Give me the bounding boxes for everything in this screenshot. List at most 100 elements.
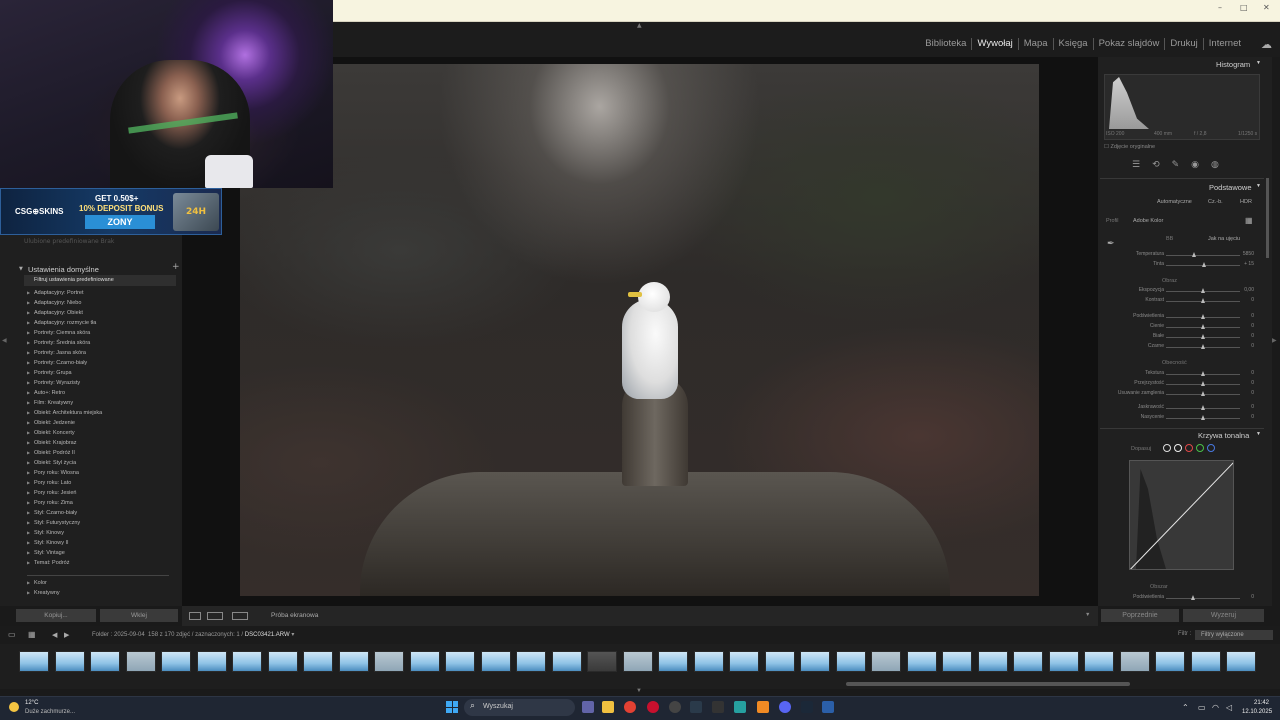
taskbar-search[interactable]: ⌕ Wyszukaj bbox=[464, 699, 575, 716]
preset-group-item[interactable]: ▶ Auto+: Retro bbox=[27, 390, 177, 400]
right-panel-toggle-icon[interactable]: ▶ bbox=[1272, 337, 1277, 344]
slider-knob[interactable] bbox=[1200, 391, 1205, 396]
slider-knob[interactable] bbox=[1200, 314, 1205, 319]
filmstrip-thumbnail[interactable] bbox=[409, 651, 440, 672]
slider-przejrzystość[interactable]: Przejrzystość 0 bbox=[1104, 380, 1260, 388]
vpn-app-icon[interactable] bbox=[734, 701, 746, 713]
preset-group-item[interactable]: ▶ Kreatywny bbox=[27, 590, 177, 600]
preset-group-item[interactable]: ▶ Adaptacyjny: Niebo bbox=[27, 300, 177, 310]
slider-value[interactable]: 0 bbox=[1251, 313, 1254, 319]
module-tab[interactable]: Drukuj bbox=[1165, 38, 1204, 50]
filmstrip-thumbnail[interactable] bbox=[1226, 651, 1256, 672]
volume-icon[interactable]: ◁ bbox=[1226, 703, 1232, 712]
filmstrip-thumbnail[interactable] bbox=[835, 651, 866, 672]
maximize-button[interactable]: □ bbox=[1240, 3, 1248, 12]
filmstrip-thumbnail[interactable] bbox=[977, 651, 1008, 672]
discord-app-icon[interactable] bbox=[779, 701, 791, 713]
lightroom-app-icon[interactable] bbox=[822, 701, 834, 713]
expand-icon[interactable]: ▶ bbox=[27, 530, 34, 535]
expand-icon[interactable]: ▶ bbox=[27, 350, 34, 355]
preset-group-item[interactable]: ▶ Styl: Kinowy II bbox=[27, 540, 177, 550]
slider-usuwanie-zamglenia[interactable]: Usuwanie zamglenia 0 bbox=[1104, 390, 1260, 398]
filmstrip-thumbnail[interactable] bbox=[622, 651, 653, 672]
slider-tinta[interactable]: Tinta + 15 bbox=[1104, 261, 1260, 269]
expand-icon[interactable]: ▶ bbox=[27, 480, 34, 485]
expand-icon[interactable]: ▶ bbox=[27, 490, 34, 495]
slider-value[interactable]: 0 bbox=[1251, 333, 1254, 339]
filmstrip-thumbnail[interactable] bbox=[480, 651, 511, 672]
preset-group-item[interactable]: ▶ Kolor bbox=[27, 580, 177, 590]
filmstrip-thumbnail[interactable] bbox=[267, 651, 298, 672]
slider-ekspozycja[interactable]: Ekspozycja 0,00 bbox=[1104, 287, 1260, 295]
paste-button[interactable]: Wklej bbox=[100, 609, 178, 622]
slider-knob[interactable] bbox=[1200, 334, 1205, 339]
preset-group-item[interactable]: ▶ Portrety: Jasna skóra bbox=[27, 350, 177, 360]
preset-group-item[interactable]: ▶ Film: Kreatywny bbox=[27, 400, 177, 410]
preset-group-item[interactable]: ▶ Portrety: Ciemna skóra bbox=[27, 330, 177, 340]
expand-icon[interactable]: ▶ bbox=[27, 420, 34, 425]
slider-knob[interactable] bbox=[1191, 595, 1195, 600]
photo-preview[interactable] bbox=[240, 64, 1039, 596]
preset-group-item[interactable]: ▶ Pory roku: Wiosna bbox=[27, 470, 177, 480]
filmstrip-thumbnail[interactable] bbox=[693, 651, 724, 672]
app-icon[interactable] bbox=[757, 701, 769, 713]
filmstrip-thumbnail[interactable] bbox=[906, 651, 937, 672]
expand-icon[interactable]: ▶ bbox=[27, 520, 34, 525]
preset-group-item[interactable]: ▶ Adaptacyjny: rozmycie tła bbox=[27, 320, 177, 330]
add-preset-icon[interactable]: + bbox=[172, 262, 180, 272]
filmstrip-scrollbar[interactable] bbox=[846, 682, 1130, 686]
slider-knob[interactable] bbox=[1200, 288, 1205, 293]
expand-icon[interactable]: ▶ bbox=[27, 500, 34, 505]
preset-group-item[interactable]: ▶ Obiekt: Podróż II bbox=[27, 450, 177, 460]
weather-desc[interactable]: Duże zachmurze... bbox=[25, 709, 75, 715]
slider-cienie[interactable]: Cienie 0 bbox=[1104, 323, 1260, 331]
slider-value[interactable]: 5850 bbox=[1243, 251, 1254, 257]
filmstrip-thumbnail[interactable] bbox=[516, 651, 546, 672]
start-windows-icon[interactable] bbox=[446, 701, 458, 713]
expand-icon[interactable]: ▶ bbox=[27, 450, 34, 455]
filmstrip-thumbnail[interactable] bbox=[54, 651, 85, 672]
preset-group-item[interactable]: ▶ Pory roku: Zima bbox=[27, 500, 177, 510]
preset-group-item[interactable]: ▶ Portrety: Czarno-biały bbox=[27, 360, 177, 370]
filmstrip-source-info[interactable]: Folder : 2025-09-04 158 z 170 zdjęć / za… bbox=[92, 631, 294, 638]
expand-icon[interactable]: ▶ bbox=[27, 460, 34, 465]
module-tab[interactable]: Wywołaj bbox=[972, 38, 1019, 50]
weather-icon[interactable] bbox=[9, 702, 19, 712]
histogram-title[interactable]: Histogram bbox=[1216, 60, 1250, 69]
slider-białe[interactable]: Białe 0 bbox=[1104, 333, 1260, 341]
slider-knob[interactable] bbox=[1200, 324, 1205, 329]
tone-curve-collapse-icon[interactable]: ▼ bbox=[1256, 431, 1261, 437]
steam-app-icon[interactable] bbox=[801, 701, 813, 713]
slider-value[interactable]: 0 bbox=[1251, 323, 1254, 329]
filmstrip-thumbnail[interactable] bbox=[764, 651, 795, 672]
curve-red-icon[interactable] bbox=[1185, 444, 1193, 452]
explorer-app-icon[interactable] bbox=[602, 701, 614, 713]
treatment-bw[interactable]: Cz.-b. bbox=[1208, 199, 1223, 205]
expand-icon[interactable]: ▶ bbox=[27, 330, 34, 335]
preset-group-item[interactable]: ▶ Styl: Czarno-biały bbox=[27, 510, 177, 520]
filmstrip-thumbnail[interactable] bbox=[374, 651, 404, 672]
profile-dropdown[interactable]: Adobe Kolor bbox=[1133, 218, 1163, 224]
slider-value[interactable]: 0 bbox=[1251, 380, 1254, 386]
module-tab[interactable]: Internet bbox=[1204, 38, 1246, 50]
preset-group-item[interactable]: ▶ Styl: Futurystyczny bbox=[27, 520, 177, 530]
slider-nasycenie[interactable]: Nasycenie 0 bbox=[1104, 414, 1260, 422]
sliders-icon[interactable]: ☰ bbox=[1132, 160, 1140, 170]
treatment-hdr[interactable]: HDR bbox=[1240, 199, 1252, 205]
right-panel-scrollbar[interactable] bbox=[1266, 178, 1269, 258]
preset-group-item[interactable]: ▶ Adaptacyjny: Obiekt bbox=[27, 310, 177, 320]
slider-knob[interactable] bbox=[1200, 371, 1205, 376]
preset-group-item[interactable]: ▶ Obiekt: Styl życia bbox=[27, 460, 177, 470]
slider-track[interactable] bbox=[1166, 255, 1240, 256]
wifi-icon[interactable]: ◠ bbox=[1212, 703, 1219, 712]
expand-icon[interactable]: ▶ bbox=[27, 390, 34, 395]
weather-temp[interactable]: 12°C bbox=[25, 700, 38, 706]
curve-rgb-icon[interactable] bbox=[1174, 444, 1182, 452]
preset-group-item[interactable]: ▶ Adaptacyjny: Portret bbox=[27, 290, 177, 300]
wb-picker-icon[interactable]: ✒ bbox=[1107, 238, 1115, 249]
toolbar-menu-icon[interactable]: ▼ bbox=[1085, 612, 1090, 618]
presets-section-title[interactable]: Ustawienia domyślne bbox=[28, 265, 99, 274]
curve-green-icon[interactable] bbox=[1196, 444, 1204, 452]
slider-value[interactable]: 0 bbox=[1251, 297, 1254, 303]
section-expand-icon[interactable]: ▼ bbox=[19, 266, 23, 272]
